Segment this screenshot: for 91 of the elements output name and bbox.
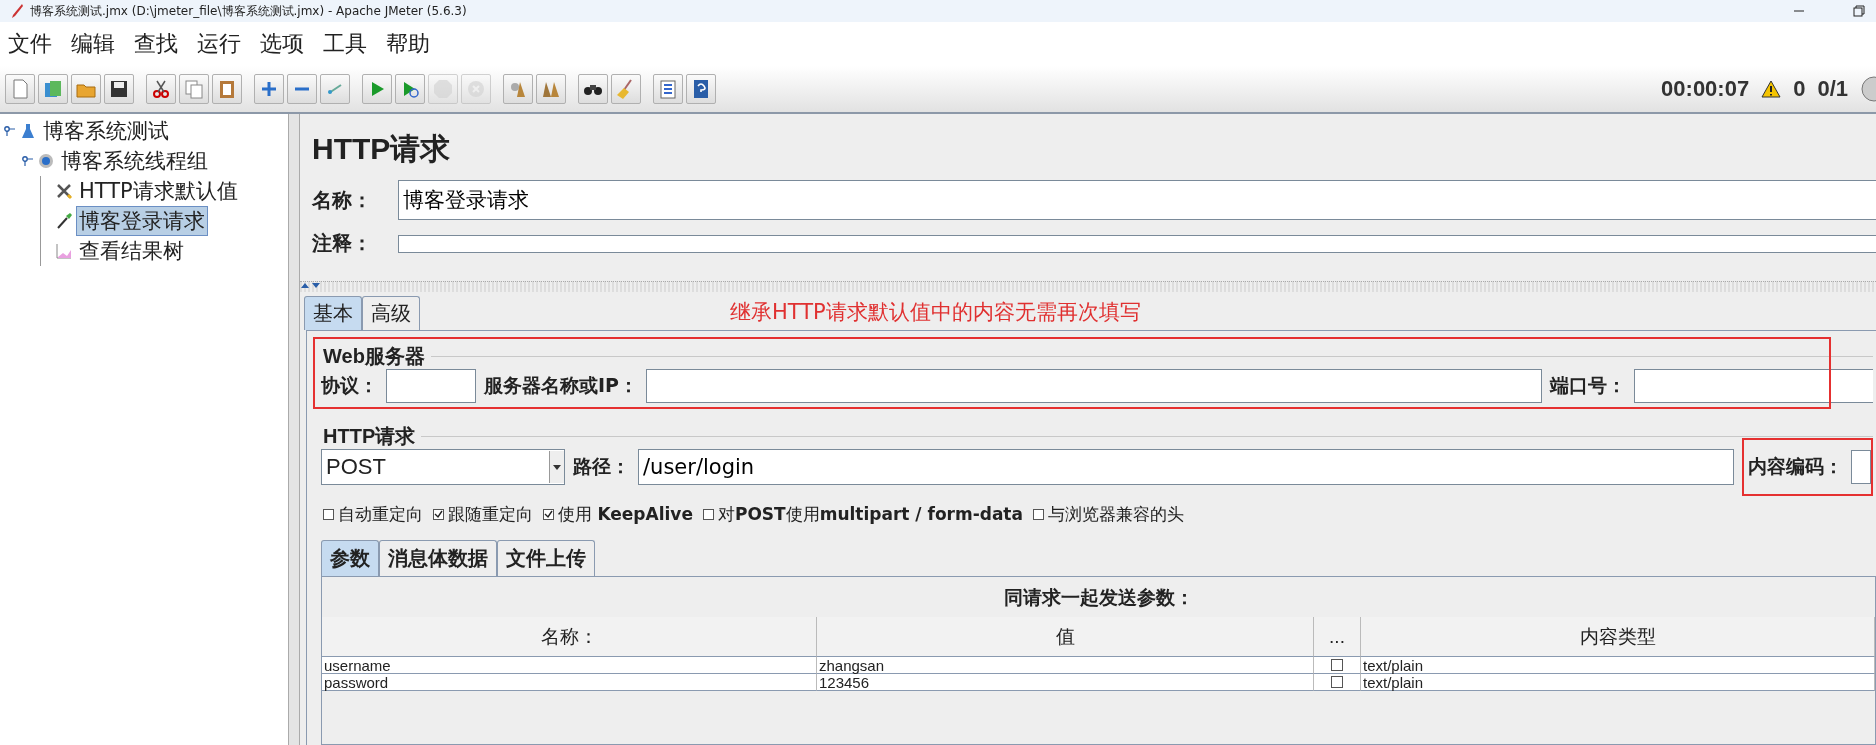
menu-item[interactable]: 帮助 — [386, 29, 430, 59]
dropper-icon — [55, 212, 73, 230]
table-cell: zhangsan — [817, 657, 1314, 674]
column-header[interactable]: ... — [1314, 617, 1361, 657]
tab[interactable]: 高级 — [362, 296, 420, 330]
tree-handle-icon[interactable] — [22, 155, 34, 167]
name-field[interactable]: 博客登录请求 — [398, 180, 1876, 220]
tab[interactable]: 文件上传 — [497, 540, 595, 576]
warning-icon[interactable] — [1761, 80, 1782, 98]
column-header[interactable]: 名称： — [322, 617, 817, 657]
warning-count: 0 — [1793, 76, 1806, 102]
comment-field[interactable] — [398, 234, 1876, 253]
tree-item[interactable]: 查看结果树 — [76, 236, 187, 266]
menu-item[interactable]: 编辑 — [71, 29, 115, 59]
checkbox-label: 跟随重定向 — [448, 503, 533, 526]
checkbox-label: 使用 KeepAlive — [558, 503, 693, 526]
help-button[interactable] — [686, 74, 716, 104]
checkbox[interactable] — [1331, 659, 1343, 671]
flask-icon — [19, 122, 37, 140]
chart-icon — [55, 242, 73, 260]
checkbox[interactable] — [1032, 509, 1044, 520]
collapse-button[interactable] — [287, 74, 317, 104]
collapse-icon — [295, 87, 309, 91]
column-header[interactable]: 内容类型 — [1361, 617, 1875, 657]
group-title: Web服务器 — [322, 343, 426, 369]
thread-count: 0/1 — [1817, 76, 1848, 102]
tree-item[interactable]: 博客系统测试 — [40, 116, 172, 146]
checkbox-label: 对POST使用multipart / form-data — [717, 503, 1023, 526]
checkbox-label: 自动重定向 — [338, 503, 423, 526]
port-label: 端口号： — [1550, 373, 1626, 398]
encoding-label: 内容编码： — [1748, 454, 1843, 479]
panel-title: HTTP请求 — [312, 131, 452, 167]
save-icon — [108, 78, 130, 100]
functions-icon — [657, 78, 679, 100]
path-label: 路径： — [573, 454, 630, 479]
table-cell: text/plain — [1361, 657, 1875, 674]
tree-handle-icon[interactable] — [4, 125, 16, 137]
shutdown-icon — [465, 78, 487, 100]
new-button[interactable] — [5, 74, 35, 104]
annotation-text: 继承HTTP请求默认值中的内容无需再次填写 — [730, 299, 1141, 326]
port-field[interactable] — [1634, 369, 1873, 403]
collapse-arrows-icon[interactable] — [300, 282, 322, 290]
start-no-pause-button[interactable] — [395, 74, 425, 104]
checkbox-label: 与浏览器兼容的头 — [1047, 503, 1184, 526]
comment-label: 注释： — [312, 230, 373, 257]
tree-item[interactable]: 博客登录请求 — [76, 206, 208, 236]
checkbox[interactable] — [1331, 676, 1343, 688]
tree-item[interactable]: 博客系统线程组 — [58, 146, 211, 176]
caret-icon — [549, 451, 564, 483]
feather-icon — [10, 3, 24, 19]
tools-icon — [55, 182, 73, 200]
checkbox[interactable] — [433, 509, 444, 520]
cut-button[interactable] — [146, 74, 176, 104]
window-title: 博客系统测试.jmx (D:\jmeter_file\博客系统测试.jmx) - Apache JMeter (5.6.3) — [30, 2, 467, 20]
menu-item[interactable]: 文件 — [8, 29, 52, 59]
stop-icon — [432, 78, 454, 100]
name-label: 名称： — [312, 186, 373, 214]
checkbox[interactable] — [543, 509, 554, 520]
table-cell: text/plain — [1361, 674, 1875, 691]
menu-item[interactable]: 运行 — [197, 29, 241, 59]
menu-item[interactable]: 选项 — [260, 29, 304, 59]
tree-item[interactable]: HTTP请求默认值 — [76, 176, 241, 206]
table-caption: 同请求一起发送参数： — [1002, 585, 1195, 610]
cut-icon — [150, 78, 172, 100]
checkbox[interactable] — [323, 509, 334, 520]
protocol-label: 协议： — [321, 373, 378, 398]
menu-item[interactable]: 查找 — [134, 29, 178, 59]
path-field[interactable]: /user/login — [638, 449, 1734, 485]
menu-item[interactable]: 工具 — [323, 29, 367, 59]
tab[interactable]: 消息体数据 — [379, 540, 497, 576]
column-header[interactable]: 值 — [817, 617, 1314, 657]
table-cell: password — [322, 674, 817, 691]
expand-button[interactable] — [254, 74, 284, 104]
tab[interactable]: 参数 — [321, 540, 379, 576]
table-cell: 123456 — [817, 674, 1314, 691]
save-button[interactable] — [104, 74, 134, 104]
search-button[interactable] — [578, 74, 608, 104]
checkbox[interactable] — [702, 509, 714, 520]
method-dropdown[interactable]: POST — [321, 449, 565, 485]
table-cell: username — [322, 657, 817, 674]
elapsed-time: 00:00:07 — [1661, 76, 1750, 102]
tab[interactable]: 基本 — [304, 296, 362, 330]
functions-button[interactable] — [653, 74, 683, 104]
start-button[interactable] — [362, 74, 392, 104]
restore-icon[interactable] — [1852, 4, 1866, 18]
copy-icon — [183, 78, 205, 100]
encoding-field[interactable] — [1851, 450, 1871, 484]
server-label: 服务器名称或IP： — [484, 373, 638, 398]
server-field[interactable] — [646, 369, 1542, 403]
protocol-field[interactable] — [386, 369, 476, 403]
group-title: HTTP请求 — [322, 423, 417, 449]
